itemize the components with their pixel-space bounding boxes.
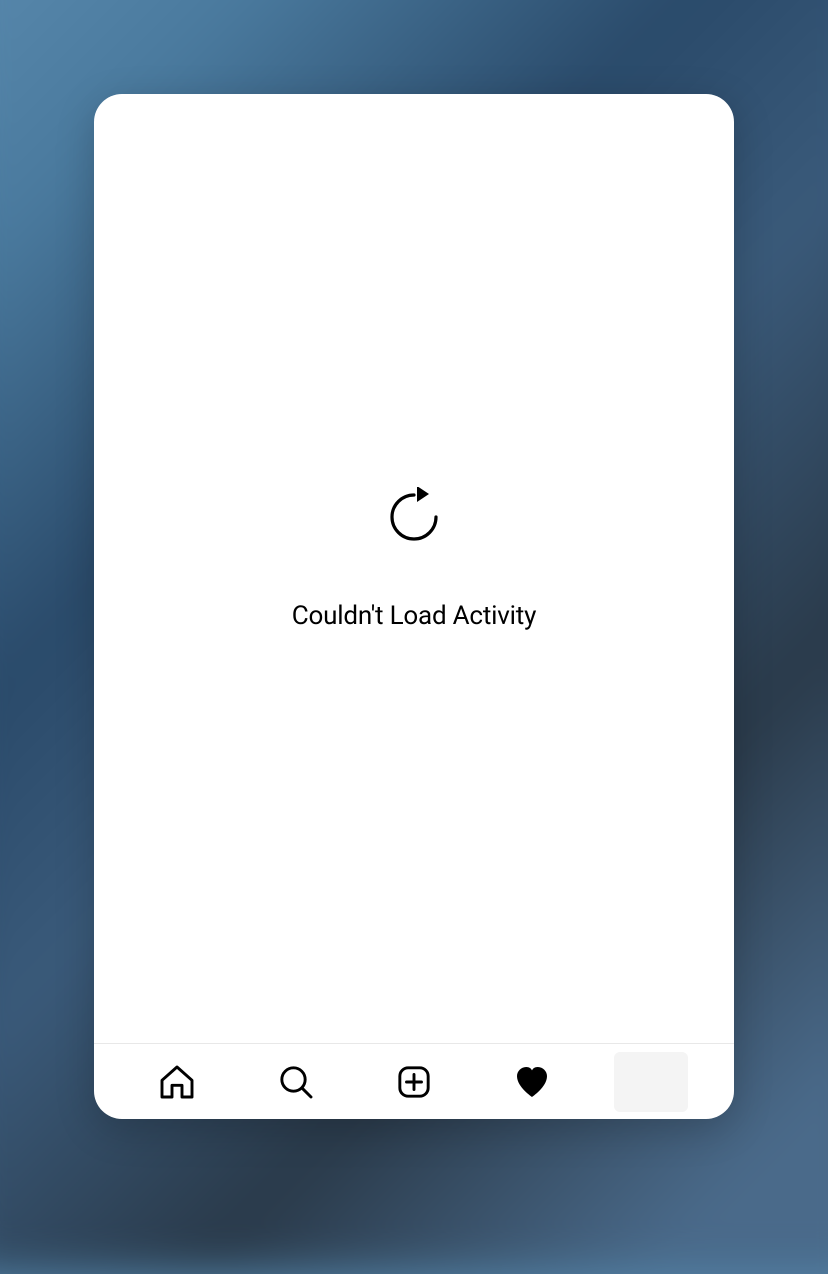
profile-icon: [614, 1052, 688, 1112]
retry-button[interactable]: [386, 487, 442, 543]
home-icon: [157, 1062, 197, 1102]
tab-search[interactable]: [259, 1060, 333, 1104]
plus-square-icon: [394, 1062, 434, 1102]
activity-modal: Couldn't Load Activity: [94, 94, 734, 1119]
search-icon: [276, 1062, 316, 1102]
tab-activity[interactable]: [495, 1060, 569, 1104]
refresh-icon: [386, 487, 442, 543]
tab-profile[interactable]: [614, 1060, 688, 1104]
error-state: Couldn't Load Activity: [292, 487, 536, 631]
error-message: Couldn't Load Activity: [292, 601, 536, 631]
tab-create[interactable]: [377, 1060, 451, 1104]
tab-home[interactable]: [140, 1060, 214, 1104]
bottom-tab-bar: [94, 1043, 734, 1119]
heart-icon: [512, 1062, 552, 1102]
content-area: Couldn't Load Activity: [94, 94, 734, 1043]
